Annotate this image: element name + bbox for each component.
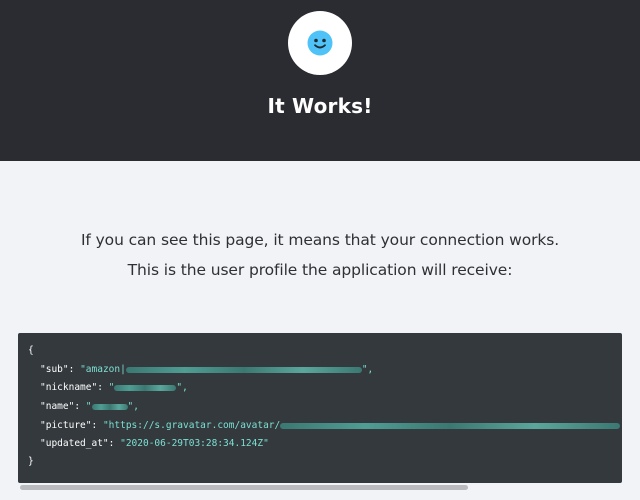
json-field-updated-at: "updated_at": "2020-06-29T03:28:34.124Z": [40, 438, 269, 449]
smiley-face-icon: [307, 30, 333, 56]
scrollbar-thumb[interactable]: [20, 485, 468, 490]
json-key: "name": [40, 401, 75, 412]
redacted-value: [91, 403, 128, 410]
json-field-nickname: "nickname": " ",: [40, 382, 188, 393]
json-close-brace: }: [28, 456, 34, 467]
profile-intro-message: This is the user profile the application…: [127, 261, 513, 279]
profile-json-block: { "sub": "amazon| ", "nickname": " ", "nam…: [18, 333, 622, 483]
connection-message: If you can see this page, it means that …: [80, 231, 560, 249]
json-open-brace: {: [28, 345, 34, 356]
json-key: "nickname": [40, 382, 98, 393]
json-key: "updated_at": [40, 438, 109, 449]
json-key: "picture": [40, 420, 92, 431]
json-field-name: "name": " ",: [40, 401, 139, 412]
json-value-end: ",: [176, 382, 188, 393]
json-field-sub: "sub": "amazon| ",: [40, 364, 374, 375]
redacted-value: [125, 366, 362, 373]
json-value: "amazon|: [80, 364, 126, 375]
json-value: "https://s.gravatar.com/avatar/: [102, 420, 281, 431]
avatar: [288, 11, 352, 75]
redacted-value: [114, 384, 177, 391]
json-field-picture: "picture": "https://s.gravatar.com/avata…: [40, 419, 621, 433]
json-key: "sub": [40, 364, 69, 375]
page-title: It Works!: [267, 94, 373, 118]
json-value: ": [85, 401, 92, 412]
redacted-value: [280, 422, 621, 429]
json-value: "2020-06-29T03:28:34.124Z": [120, 438, 269, 449]
json-value-end: ",: [127, 401, 139, 412]
header-banner: It Works!: [0, 0, 640, 161]
json-value-end: ",: [361, 364, 374, 375]
